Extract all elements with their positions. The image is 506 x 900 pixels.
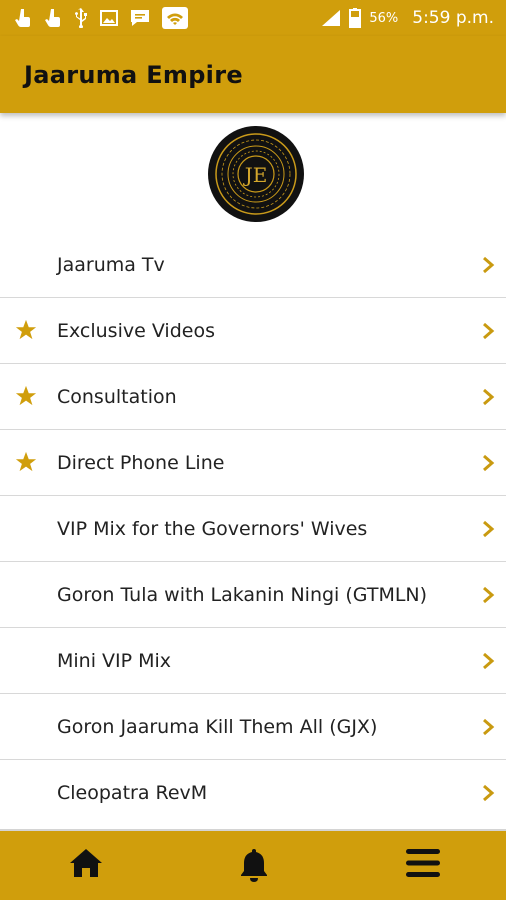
chevron-right-icon <box>483 322 495 339</box>
usb-icon <box>75 8 87 28</box>
menu-item-direct-phone-line[interactable]: Direct Phone Line <box>0 430 506 496</box>
chevron-right-icon <box>483 520 495 537</box>
chevron-right-icon <box>483 388 495 405</box>
menu-item-label: Direct Phone Line <box>57 451 225 474</box>
menu-item-label: Cleopatra RevM <box>57 782 208 804</box>
menu-item-label: Goron Jaaruma Kill Them All (GJX) <box>57 715 378 738</box>
clock: 5:59 p.m. <box>412 8 494 28</box>
hand-pointer-icon <box>45 9 60 27</box>
menu-list: Jaaruma Tv Exclusive Videos Consultation… <box>0 232 506 826</box>
hand-pointer-icon <box>15 9 30 27</box>
chevron-right-icon <box>483 718 495 735</box>
brand-logo: JE <box>208 126 304 222</box>
app-title: Jaaruma Empire <box>24 60 243 89</box>
menu-item-label: Goron Tula with Lakanin Ningi (GTMLN) <box>57 583 428 606</box>
chevron-right-icon <box>483 256 495 273</box>
notification-icons <box>14 7 188 29</box>
menu-item-label: VIP Mix for the Governors' Wives <box>57 517 368 540</box>
status-bar: 56% 5:59 p.m. <box>0 0 506 36</box>
menu-item-label: Jaaruma Tv <box>57 253 165 276</box>
menu-item-consultation[interactable]: Consultation <box>0 364 506 430</box>
logo-monogram: JE <box>243 163 268 187</box>
menu-item-cleopatra-revm[interactable]: Cleopatra RevM <box>0 760 506 826</box>
bell-icon[interactable] <box>238 847 270 883</box>
star-icon <box>15 451 37 472</box>
app-bar: Jaaruma Empire <box>0 36 506 113</box>
menu-item-vip-mix-governors-wives[interactable]: VIP Mix for the Governors' Wives <box>0 496 506 562</box>
chevron-right-icon <box>483 454 495 471</box>
chat-icon <box>131 10 149 26</box>
menu-item-goron-jaaruma-gjx[interactable]: Goron Jaaruma Kill Them All (GJX) <box>0 694 506 760</box>
home-icon[interactable] <box>68 847 104 879</box>
menu-item-exclusive-videos[interactable]: Exclusive Videos <box>0 298 506 364</box>
signal-icon <box>322 10 341 26</box>
chevron-right-icon <box>483 586 495 603</box>
menu-item-goron-tula[interactable]: Goron Tula with Lakanin Ningi (GTMLN) <box>0 562 506 628</box>
menu-item-label: Consultation <box>57 385 177 408</box>
menu-icon[interactable] <box>405 847 441 879</box>
image-icon <box>100 10 118 26</box>
battery-icon <box>349 8 362 28</box>
menu-item-label: Exclusive Videos <box>57 319 215 342</box>
chevron-right-icon <box>483 784 495 802</box>
chevron-right-icon <box>483 652 495 669</box>
system-indicators: 56% 5:59 p.m. <box>321 8 494 28</box>
bottom-navigation <box>0 829 506 900</box>
star-icon <box>15 385 37 406</box>
battery-percentage: 56% <box>369 10 399 26</box>
star-icon <box>15 319 37 340</box>
wifi-icon <box>162 7 188 29</box>
menu-item-mini-vip-mix[interactable]: Mini VIP Mix <box>0 628 506 694</box>
menu-item-label: Mini VIP Mix <box>57 649 172 672</box>
menu-item-jaaruma-tv[interactable]: Jaaruma Tv <box>0 232 506 298</box>
